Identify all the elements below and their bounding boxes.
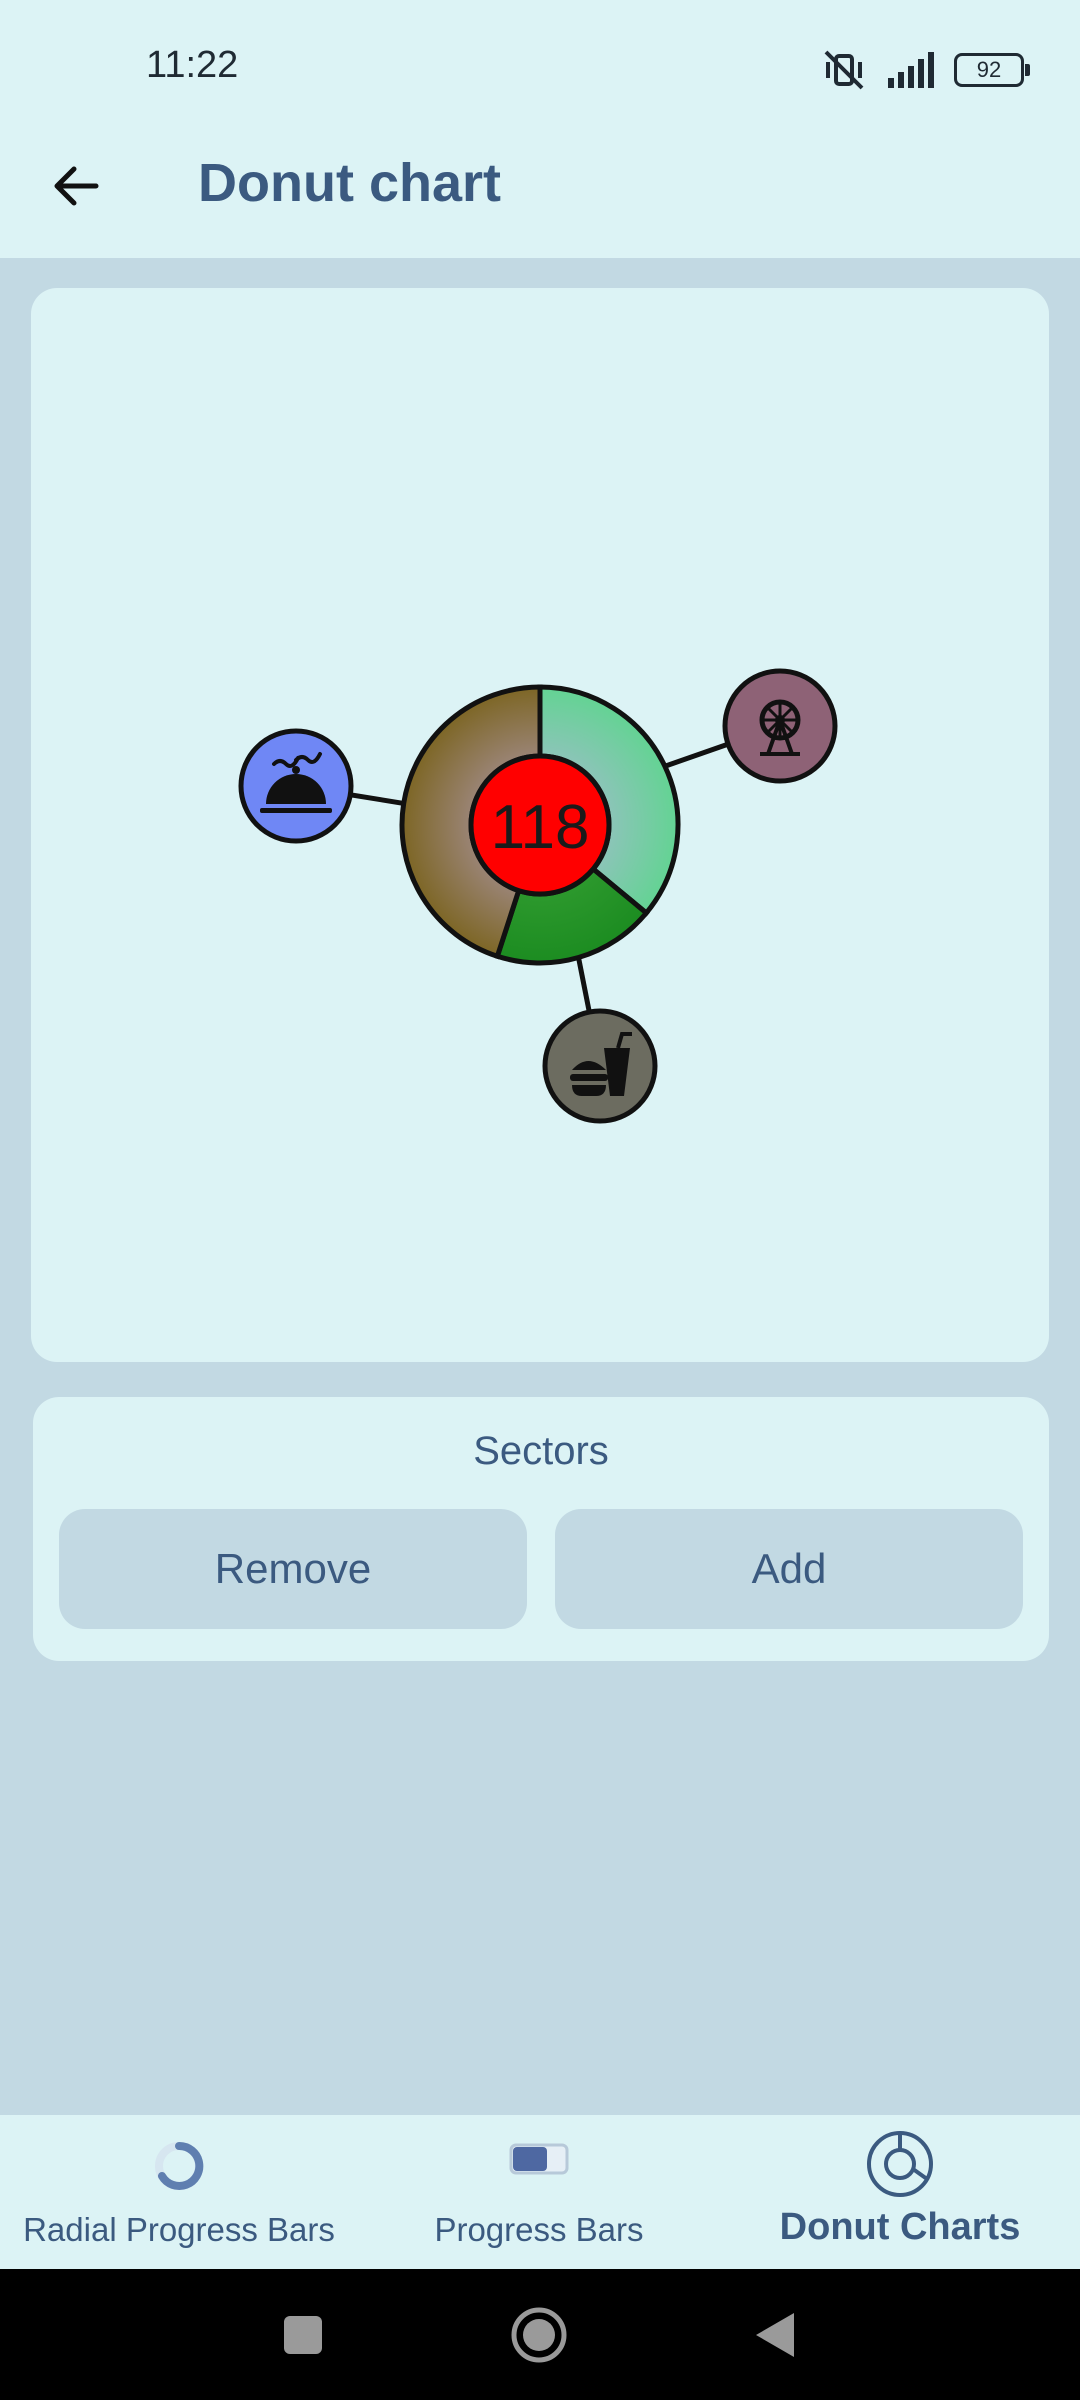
- remove-sector-button[interactable]: Remove: [59, 1509, 527, 1629]
- triangle-back-icon: [756, 2313, 794, 2357]
- donut-center-value: 118: [491, 793, 590, 862]
- sectors-title: Sectors: [473, 1429, 609, 1473]
- app-bar: Donut chart: [0, 140, 1080, 258]
- recents-button[interactable]: [284, 2316, 322, 2354]
- back-button[interactable]: [40, 150, 112, 222]
- nav-label-progress-bars: Progress Bars: [434, 2211, 644, 2248]
- sectors-panel: Sectors Remove Add: [33, 1397, 1049, 1661]
- donut-chart-icon: [867, 2131, 933, 2197]
- back-nav-button[interactable]: [752, 2310, 798, 2360]
- page-title: Donut chart: [198, 153, 501, 213]
- nav-label-radial-progress-bars: Radial Progress Bars: [23, 2211, 335, 2248]
- system-navigation-bar: [0, 2269, 1080, 2400]
- arrow-back-icon: [54, 166, 99, 206]
- square-icon: [284, 2316, 322, 2354]
- bottom-navigation: Radial Progress Bars Progress Bars Donut…: [0, 2115, 1080, 2269]
- home-circle-icon: [511, 2307, 567, 2363]
- battery-indicator: 92: [954, 53, 1030, 87]
- radial-progress-icon: [155, 2141, 204, 2190]
- home-button[interactable]: [509, 2305, 569, 2365]
- nav-item-radial-progress-bars[interactable]: Radial Progress Bars: [0, 2115, 358, 2269]
- status-time: 11:22: [146, 44, 239, 86]
- nav-item-progress-bars[interactable]: Progress Bars: [358, 2115, 720, 2269]
- status-icons: 92: [820, 48, 1030, 92]
- nav-item-donut-charts[interactable]: Donut Charts: [720, 2115, 1080, 2269]
- signal-icon: [888, 52, 934, 88]
- status-bar: 11:22 92: [0, 0, 1080, 140]
- chart-card: 118: [31, 288, 1049, 1362]
- progress-bar-icon: [509, 2143, 569, 2175]
- add-sector-button[interactable]: Add: [555, 1509, 1023, 1629]
- vibrate-off-icon: [824, 50, 864, 90]
- donut-chart[interactable]: 118: [31, 288, 1049, 1362]
- nav-label-donut-charts: Donut Charts: [779, 2206, 1021, 2248]
